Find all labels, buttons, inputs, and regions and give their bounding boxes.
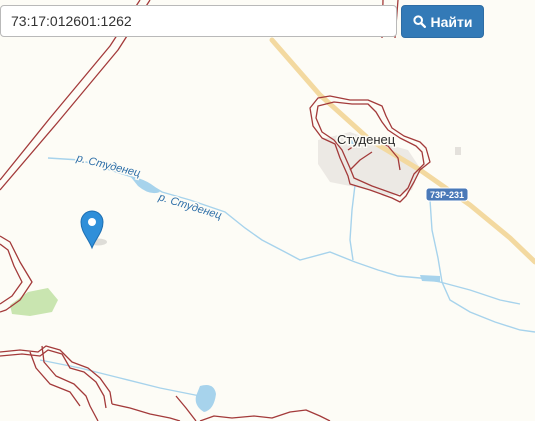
- map-background: [0, 0, 535, 421]
- building: [455, 147, 461, 155]
- search-input[interactable]: [0, 5, 397, 37]
- svg-text:73Р-231: 73Р-231: [430, 190, 464, 200]
- pond: [420, 275, 440, 282]
- road-shield: 73Р-231: [425, 187, 469, 202]
- settlement-label: Студенец: [337, 132, 396, 147]
- map-canvas[interactable]: Студенец р. Студенец р. Студенец 73Р-231: [0, 0, 535, 421]
- search-icon: [412, 15, 426, 28]
- search-button-label: Найти: [430, 13, 473, 30]
- search-button[interactable]: Найти: [401, 5, 484, 38]
